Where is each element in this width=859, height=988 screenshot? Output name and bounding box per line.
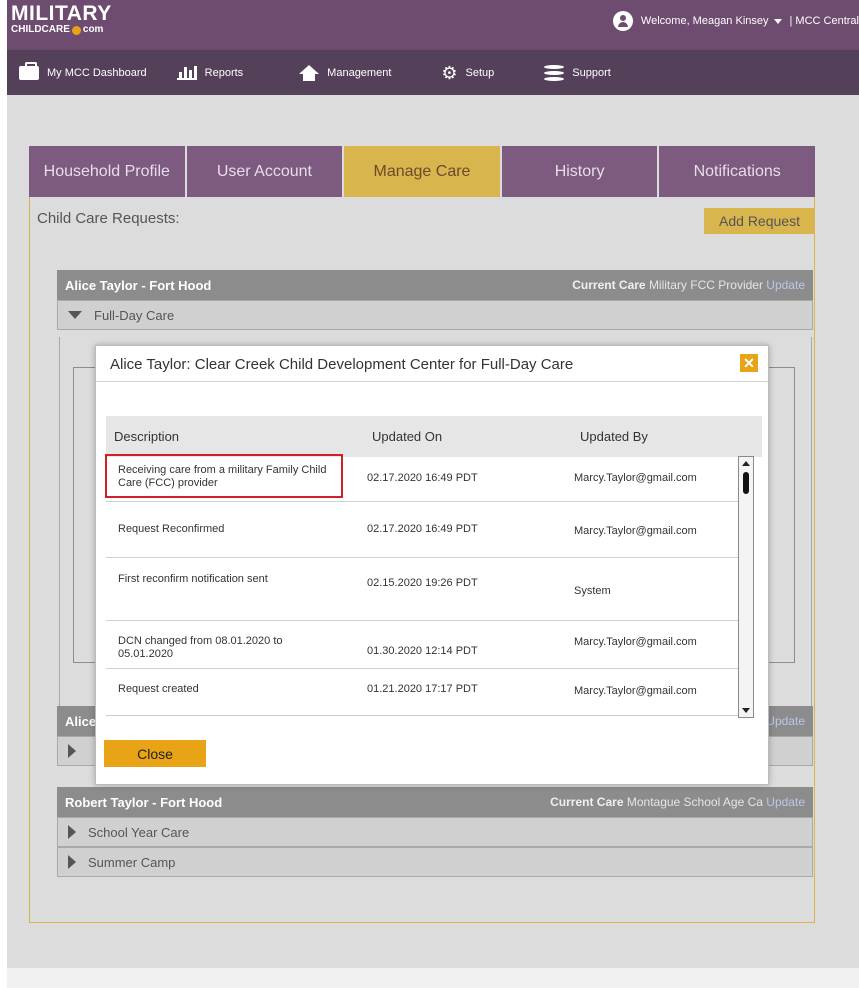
panel-title: Child Care Requests: <box>37 210 180 227</box>
table-row: Request created 01.21.2020 17:17 PDT Mar… <box>106 669 740 715</box>
child-header: Alice Taylor - Fort Hood Current Care Mi… <box>57 270 813 300</box>
child-header: Robert Taylor - Fort Hood Current Care M… <box>57 787 813 817</box>
row-updated-on: 01.30.2020 12:14 PDT <box>367 645 478 657</box>
tab-household-profile[interactable]: Household Profile <box>29 146 185 197</box>
nav-support[interactable]: Support <box>544 50 611 95</box>
current-care-value: Montague School Age Ca <box>626 795 763 809</box>
nav-reports[interactable]: Reports <box>176 50 244 95</box>
logo-sub-left: CHILDCARE <box>11 24 70 35</box>
nav-setup-label: Setup <box>465 66 495 79</box>
row-updated-by: Marcy.Taylor@gmail.com <box>574 525 697 537</box>
nav-management-label: Management <box>327 66 392 79</box>
column-updated-on: Updated On <box>372 429 443 444</box>
logo-dot-icon <box>71 25 81 35</box>
current-care-label: Current Care <box>572 278 646 292</box>
row-updated-on: 01.21.2020 17:17 PDT <box>367 683 478 695</box>
row-updated-by: Marcy.Taylor@gmail.com <box>574 636 697 648</box>
table-row: Request Reconfirmed 02.17.2020 16:49 PDT… <box>106 502 740 558</box>
footer-strip <box>7 968 859 988</box>
chevron-down-icon[interactable] <box>773 18 782 24</box>
tab-manage-care[interactable]: Manage Care <box>344 146 500 197</box>
row-updated-on: 02.15.2020 19:26 PDT <box>367 577 478 589</box>
history-modal: Alice Taylor: Clear Creek Child Developm… <box>95 345 769 785</box>
main-nav: My MCC Dashboard Reports Management ⚙ Se… <box>7 50 859 95</box>
modal-divider <box>96 381 768 382</box>
logo[interactable]: MILITARY CHILDCARE com <box>11 2 112 36</box>
user-avatar-icon <box>612 11 633 31</box>
user-menu[interactable]: Welcome, Meagan Kinsey | MCC Central <box>612 10 859 32</box>
care-row-school-year[interactable]: School Year Care <box>57 817 813 847</box>
nav-setup[interactable]: ⚙ Setup <box>441 50 494 95</box>
top-header: MILITARY CHILDCARE com Welcome, Meagan K… <box>7 0 859 50</box>
row-description: Request created <box>118 683 199 695</box>
update-link[interactable]: Update <box>766 278 805 292</box>
column-description: Description <box>114 429 180 444</box>
tab-history[interactable]: History <box>501 146 658 197</box>
logo-sub-text: CHILDCARE com <box>11 24 112 36</box>
nav-support-label: Support <box>572 66 611 79</box>
nav-dashboard-label: My MCC Dashboard <box>47 66 147 79</box>
nav-reports-label: Reports <box>204 66 244 79</box>
logo-main-text: MILITARY <box>11 2 112 25</box>
bar-chart-icon <box>176 65 197 80</box>
caret-right-icon <box>68 855 76 869</box>
row-updated-by: Marcy.Taylor@gmail.com <box>574 685 697 697</box>
update-link[interactable]: Update <box>766 795 805 809</box>
row-updated-by: Marcy.Taylor@gmail.com <box>574 472 697 484</box>
close-button[interactable]: Close <box>104 740 206 767</box>
table-scrollbar[interactable] <box>738 456 754 718</box>
row-updated-on: 02.17.2020 16:49 PDT <box>367 472 478 484</box>
care-row-full-day[interactable]: Full-Day Care <box>57 300 813 330</box>
table-row: First reconfirm notification sent 02.15.… <box>106 558 740 621</box>
child-name: Robert Taylor - Fort Hood <box>65 794 223 810</box>
current-care: Current Care Military FCC Provider Updat… <box>572 278 805 292</box>
mcc-central-link[interactable]: | MCC Central <box>790 15 859 27</box>
highlight-box <box>105 454 343 498</box>
logo-sub-right: com <box>82 24 104 35</box>
child-name: Alice <box>65 713 97 729</box>
nav-dashboard[interactable]: My MCC Dashboard <box>19 50 147 95</box>
row-description: First reconfirm notification sent <box>118 573 268 585</box>
caret-right-icon <box>68 744 76 758</box>
profile-tabs: Household Profile User Account Manage Ca… <box>29 146 815 197</box>
current-care-label: Current Care <box>550 795 624 809</box>
add-request-button[interactable]: Add Request <box>704 208 815 234</box>
row-description: Request Reconfirmed <box>118 523 225 535</box>
care-type-label: Summer Camp <box>88 854 176 870</box>
table-header: Description Updated On Updated By <box>106 416 762 457</box>
table-row: DCN changed from 08.01.2020 to 05.01.202… <box>106 621 740 669</box>
scroll-up-arrow-icon[interactable] <box>742 461 750 466</box>
tab-notifications[interactable]: Notifications <box>659 146 815 197</box>
scroll-thumb[interactable] <box>743 472 749 494</box>
caret-right-icon <box>68 825 76 839</box>
child-name: Alice Taylor - Fort Hood <box>65 277 212 293</box>
care-row-summer-camp[interactable]: Summer Camp <box>57 847 813 877</box>
child-block-alice: Alice Taylor - Fort Hood Current Care Mi… <box>57 270 813 330</box>
child-block-robert: Robert Taylor - Fort Hood Current Care M… <box>57 787 813 877</box>
database-icon <box>544 64 565 81</box>
column-updated-by: Updated By <box>580 429 648 444</box>
home-icon <box>299 65 320 81</box>
tab-user-account[interactable]: User Account <box>186 146 343 197</box>
nav-management[interactable]: Management <box>299 50 391 95</box>
close-icon[interactable]: ✕ <box>740 354 758 372</box>
caret-down-icon <box>68 311 82 319</box>
scroll-down-arrow-icon[interactable] <box>742 708 750 713</box>
gears-icon: ⚙ <box>441 62 458 83</box>
row-description: DCN changed from 08.01.2020 to 05.01.202… <box>118 635 283 660</box>
welcome-text[interactable]: Welcome, Meagan Kinsey <box>641 15 769 27</box>
row-updated-on: 02.17.2020 16:49 PDT <box>367 523 478 535</box>
current-care-value: Military FCC Provider <box>648 278 763 292</box>
modal-title: Alice Taylor: Clear Creek Child Developm… <box>110 356 574 373</box>
update-link[interactable]: Update <box>766 714 805 728</box>
care-type-label: School Year Care <box>88 824 190 840</box>
briefcase-icon <box>19 61 39 80</box>
care-type-label: Full-Day Care <box>94 307 175 323</box>
row-updated-by: System <box>574 585 611 597</box>
current-care: Current Care Montague School Age Ca Upda… <box>550 795 805 809</box>
